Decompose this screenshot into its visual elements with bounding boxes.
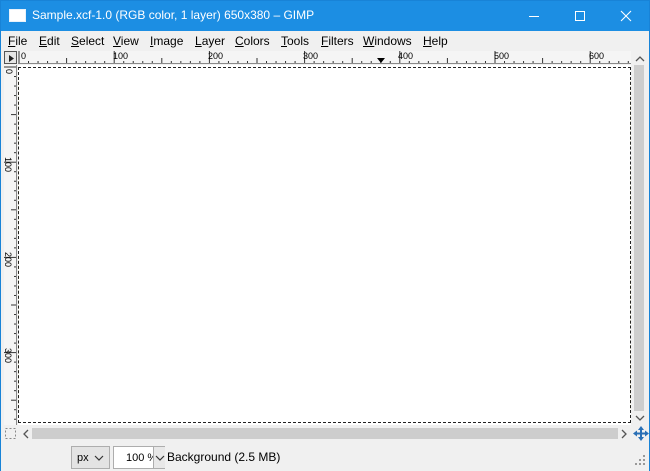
hruler-label: 0 (21, 51, 26, 61)
layer-boundary (18, 67, 631, 423)
chevron-down-icon (155, 455, 165, 461)
unit-value: px (77, 452, 89, 464)
chevron-down-icon (94, 455, 104, 461)
hruler-label: 500 (494, 51, 509, 61)
title-bar[interactable]: Sample.xcf-1.0 (RGB color, 1 layer) 650x… (1, 1, 649, 31)
pointer-position-marker (377, 58, 385, 63)
resize-grip-icon[interactable] (633, 453, 647, 467)
hruler-label: 200 (208, 51, 223, 61)
close-button[interactable] (603, 1, 649, 31)
menu-tools[interactable]: Tools (281, 34, 309, 48)
menu-bar: File Edit Select View Image Layer Colors… (1, 31, 649, 50)
scroll-down-icon[interactable] (634, 412, 646, 424)
hruler-label: 300 (303, 51, 318, 61)
scroll-left-icon[interactable] (20, 428, 32, 440)
horizontal-scrollbar[interactable] (18, 425, 631, 442)
menu-help[interactable]: Help (423, 34, 448, 48)
vruler-label: 0 (4, 69, 14, 74)
vertical-scroll-thumb[interactable] (634, 65, 644, 411)
image-menu-button[interactable] (4, 51, 17, 64)
vertical-ruler[interactable]: 0 100 200 300 (4, 65, 17, 425)
vruler-label: 200 (4, 252, 13, 267)
menu-windows[interactable]: Windows (363, 34, 412, 48)
horizontal-ruler[interactable]: 0 100 200 300 400 500 600 (18, 51, 631, 64)
hruler-label: 400 (398, 51, 413, 61)
ruler-menu-icon (9, 55, 14, 62)
close-icon (620, 10, 632, 22)
unit-select[interactable]: px (71, 446, 110, 469)
status-bar: px 100 % Background (2.5 MB) (1, 443, 649, 471)
scroll-up-icon[interactable] (634, 53, 646, 65)
gimp-window: Sample.xcf-1.0 (RGB color, 1 layer) 650x… (0, 0, 650, 471)
menu-image[interactable]: Image (150, 34, 183, 48)
zoom-select[interactable]: 100 % (113, 446, 165, 469)
menu-colors[interactable]: Colors (235, 34, 270, 48)
zoom-dropdown-button[interactable] (153, 447, 165, 468)
minimize-icon (529, 16, 539, 17)
minimize-button[interactable] (511, 1, 557, 31)
quick-mask-icon[interactable] (4, 427, 17, 440)
vruler-label: 100 (4, 157, 13, 172)
image-canvas[interactable] (18, 65, 631, 425)
hruler-label: 100 (113, 51, 128, 61)
menu-edit[interactable]: Edit (39, 34, 60, 48)
maximize-button[interactable] (557, 1, 603, 31)
vruler-label: 300 (4, 348, 13, 363)
vertical-scrollbar[interactable] (632, 51, 648, 425)
menu-view[interactable]: View (113, 34, 139, 48)
hruler-label: 600 (589, 51, 604, 61)
maximize-icon (575, 11, 585, 21)
window-title: Sample.xcf-1.0 (RGB color, 1 layer) 650x… (32, 8, 315, 22)
navigate-icon[interactable] (633, 425, 649, 442)
layer-status-text: Background (2.5 MB) (167, 450, 281, 464)
menu-filters[interactable]: Filters (321, 34, 354, 48)
menu-select[interactable]: Select (71, 34, 104, 48)
menu-layer[interactable]: Layer (195, 34, 225, 48)
horizontal-scroll-thumb[interactable] (32, 428, 618, 439)
scroll-right-icon[interactable] (618, 428, 630, 440)
menu-file[interactable]: File (8, 34, 27, 48)
gimp-window-icon (9, 9, 26, 22)
